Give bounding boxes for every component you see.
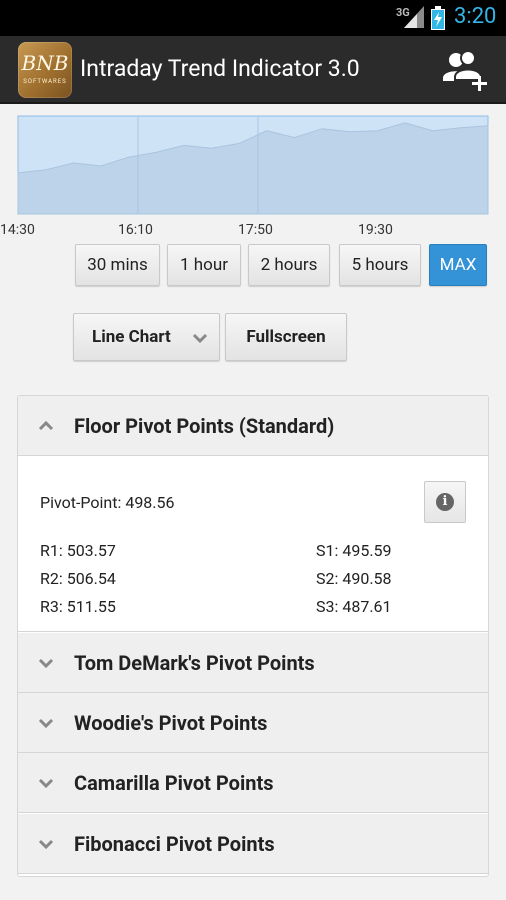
logo-text: BNB bbox=[21, 51, 69, 75]
section-header-demark[interactable]: Tom DeMark's Pivot Points bbox=[18, 633, 488, 693]
range-5-hours-button[interactable]: 5 hours bbox=[339, 244, 421, 286]
chart-type-select-label: Line Chart bbox=[92, 327, 171, 347]
section-header-woodie[interactable]: Woodie's Pivot Points bbox=[18, 693, 488, 753]
chevron-down-icon bbox=[38, 839, 54, 850]
pivot-points-accordion: Floor Pivot Points (Standard) Pivot-Poin… bbox=[17, 395, 489, 877]
x-tick-label: 16:10 bbox=[118, 222, 153, 238]
logo-subtext: SOFTWARES bbox=[23, 78, 67, 85]
s1-value: S1: 495.59 bbox=[316, 541, 392, 560]
section-title: Woodie's Pivot Points bbox=[74, 711, 268, 735]
action-bar: BNB SOFTWARES Intraday Trend Indicator 3… bbox=[0, 36, 506, 104]
app-title: Intraday Trend Indicator 3.0 bbox=[80, 55, 360, 82]
range-max-button[interactable]: MAX bbox=[429, 244, 487, 286]
info-icon: i bbox=[436, 493, 454, 511]
section-title: Camarilla Pivot Points bbox=[74, 771, 274, 795]
r3-value: R3: 511.55 bbox=[40, 597, 116, 616]
s3-value: S3: 487.61 bbox=[316, 597, 392, 616]
range-2-hours-button[interactable]: 2 hours bbox=[248, 244, 330, 286]
section-title: Floor Pivot Points (Standard) bbox=[74, 414, 335, 438]
x-tick-label: 19:30 bbox=[358, 222, 393, 238]
chevron-down-icon bbox=[38, 658, 54, 669]
signal-icon bbox=[404, 6, 424, 28]
chevron-down-icon bbox=[38, 778, 54, 789]
x-tick-label: 14:30 bbox=[0, 222, 35, 238]
section-header-fibonacci[interactable]: Fibonacci Pivot Points bbox=[18, 814, 488, 874]
status-bar: 3G 3:20 bbox=[0, 0, 506, 36]
chart-plot[interactable] bbox=[0, 104, 506, 220]
battery-charging-icon bbox=[431, 6, 445, 30]
r1-value: R1: 503.57 bbox=[40, 541, 116, 560]
chevron-down-icon bbox=[38, 718, 54, 729]
price-chart[interactable]: 14:30 16:10 17:50 19:30 bbox=[0, 104, 506, 240]
section-title: Tom DeMark's Pivot Points bbox=[74, 651, 315, 675]
app-logo[interactable]: BNB SOFTWARES bbox=[18, 42, 72, 98]
chart-type-select[interactable]: Line Chart bbox=[73, 313, 220, 361]
add-user-icon[interactable] bbox=[440, 48, 492, 92]
fullscreen-button[interactable]: Fullscreen bbox=[225, 313, 347, 361]
range-1-hour-button[interactable]: 1 hour bbox=[167, 244, 241, 286]
range-30-mins-button[interactable]: 30 mins bbox=[75, 244, 160, 286]
section-header-camarilla[interactable]: Camarilla Pivot Points bbox=[18, 753, 488, 813]
clock: 3:20 bbox=[454, 4, 497, 29]
pivot-point-value: Pivot-Point: 498.56 bbox=[40, 493, 175, 512]
chevron-up-icon bbox=[38, 420, 54, 431]
r2-value: R2: 506.54 bbox=[40, 569, 116, 588]
floor-pivot-body: Pivot-Point: 498.56 i R1: 503.57 R2: 506… bbox=[18, 457, 488, 632]
info-button[interactable]: i bbox=[424, 481, 466, 523]
x-tick-label: 17:50 bbox=[238, 222, 273, 238]
chevron-down-icon bbox=[192, 333, 208, 344]
s2-value: S2: 490.58 bbox=[316, 569, 392, 588]
section-title: Fibonacci Pivot Points bbox=[74, 832, 275, 856]
section-header-floor-pivot[interactable]: Floor Pivot Points (Standard) bbox=[18, 396, 488, 456]
